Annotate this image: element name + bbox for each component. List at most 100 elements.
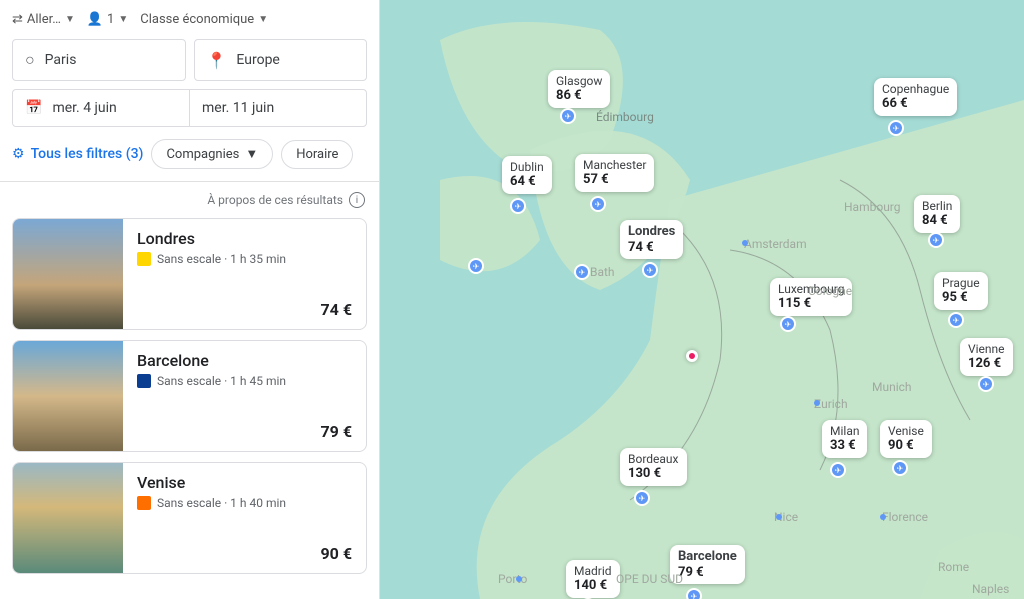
- filter-chip-compagnies[interactable]: Compagnies ▼: [151, 139, 273, 169]
- origin-marker: [686, 350, 698, 362]
- map-price-pin[interactable]: Prague95 €: [934, 272, 988, 310]
- depart-date-value: mer. 4 juin: [52, 100, 116, 116]
- airport-marker[interactable]: [468, 258, 484, 274]
- map[interactable]: Glasgow86 € Dublin64 € Manchester57 € Londr…: [380, 0, 1024, 599]
- pin-price: 130 €: [628, 466, 679, 482]
- return-date-input[interactable]: mer. 11 juin: [190, 90, 366, 126]
- city-dot: [776, 514, 782, 520]
- map-price-pin[interactable]: Copenhague66 €: [874, 78, 957, 116]
- sidebar: ⇄ Aller… ▼ 👤 1 ▼ Classe économique ▼ ○ P…: [0, 0, 380, 599]
- pin-price: 86 €: [556, 88, 602, 104]
- map-city-label: Amsterdam: [744, 237, 807, 251]
- pin-city: Vienne: [968, 342, 1005, 356]
- result-body: Venise Sans escale · 1 h 40 min 90 €: [123, 463, 366, 573]
- filter-chip-horaire[interactable]: Horaire: [281, 140, 353, 169]
- pin-price: 66 €: [882, 96, 949, 112]
- pin-price: 95 €: [942, 290, 980, 306]
- pin-city: Milan: [830, 424, 859, 438]
- destination-value: Europe: [236, 52, 279, 68]
- pin-price: 115 €: [778, 296, 844, 312]
- pin-city: Venise: [888, 424, 924, 438]
- pin-price: 126 €: [968, 356, 1005, 372]
- result-city: Barcelone: [137, 351, 352, 370]
- all-filters-label: Tous les filtres (3): [31, 146, 144, 162]
- pin-city: Berlin: [922, 199, 952, 213]
- airport-marker[interactable]: [892, 460, 908, 476]
- city-dot: [880, 514, 886, 520]
- filter-row: ⚙ Tous les filtres (3) Compagnies ▼ Hora…: [0, 127, 379, 182]
- map-price-pin[interactable]: Manchester57 €: [575, 154, 654, 192]
- result-card[interactable]: Londres Sans escale · 1 h 35 min 74 €: [12, 218, 367, 330]
- map-price-pin[interactable]: Londres74 €: [620, 220, 683, 259]
- chevron-down-icon: ▼: [258, 14, 268, 25]
- result-stops: Sans escale · 1 h 35 min: [157, 252, 286, 266]
- airport-marker[interactable]: [634, 490, 650, 506]
- result-card[interactable]: Barcelone Sans escale · 1 h 45 min 79 €: [12, 340, 367, 452]
- pin-price: 74 €: [628, 240, 675, 256]
- pin-city: Glasgow: [556, 74, 602, 88]
- depart-date-input[interactable]: 📅 mer. 4 juin: [13, 90, 190, 126]
- pin-city: Madrid: [574, 564, 612, 578]
- airport-marker[interactable]: [590, 196, 606, 212]
- map-price-pin[interactable]: Glasgow86 €: [548, 70, 610, 108]
- calendar-icon: 📅: [25, 100, 42, 116]
- map-price-pin[interactable]: Venise90 €: [880, 420, 932, 458]
- airport-marker[interactable]: [560, 108, 576, 124]
- airport-marker[interactable]: [948, 312, 964, 328]
- map-price-pin[interactable]: Berlin84 €: [914, 195, 960, 233]
- passengers-selector[interactable]: 👤 1 ▼: [87, 12, 128, 27]
- map-city-label: Munich: [872, 380, 912, 394]
- city-dot: [516, 576, 522, 582]
- about-results[interactable]: À propos de ces résultats i: [0, 182, 379, 218]
- result-city: Venise: [137, 473, 352, 492]
- map-city-label: Naples: [972, 582, 1009, 596]
- results-list: Londres Sans escale · 1 h 35 min 74 € Ba…: [0, 218, 379, 599]
- origin-input[interactable]: ○ Paris: [12, 39, 186, 81]
- origin-value: Paris: [45, 52, 77, 68]
- pin-city: Dublin: [510, 160, 544, 174]
- pin-city: Barcelone: [678, 549, 737, 565]
- result-card[interactable]: Venise Sans escale · 1 h 40 min 90 €: [12, 462, 367, 574]
- airline-icon: [137, 374, 151, 388]
- pin-price: 90 €: [888, 438, 924, 454]
- airport-marker[interactable]: [510, 198, 526, 214]
- chip-label: Horaire: [296, 147, 338, 162]
- result-sub: Sans escale · 1 h 35 min: [137, 252, 352, 266]
- return-date-value: mer. 11 juin: [202, 100, 274, 116]
- airport-marker[interactable]: [888, 120, 904, 136]
- trip-options-row: ⇄ Aller… ▼ 👤 1 ▼ Classe économique ▼: [12, 8, 367, 39]
- airport-marker[interactable]: [686, 588, 702, 599]
- airport-marker[interactable]: [830, 462, 846, 478]
- airport-marker[interactable]: [574, 264, 590, 280]
- filter-icon: ⚙: [12, 146, 25, 162]
- cabin-selector[interactable]: Classe économique ▼: [140, 12, 268, 27]
- pin-city: Prague: [942, 276, 980, 290]
- all-filters-button[interactable]: ⚙ Tous les filtres (3): [12, 146, 143, 162]
- map-price-pin[interactable]: Vienne126 €: [960, 338, 1013, 376]
- airline-icon: [137, 496, 151, 510]
- result-sub: Sans escale · 1 h 45 min: [137, 374, 352, 388]
- date-row: 📅 mer. 4 juin mer. 11 juin: [12, 89, 367, 127]
- airport-marker[interactable]: [928, 232, 944, 248]
- pin-price: 64 €: [510, 174, 544, 190]
- result-sub: Sans escale · 1 h 40 min: [137, 496, 352, 510]
- map-city-label: Bath: [590, 265, 615, 279]
- map-price-pin[interactable]: Bordeaux130 €: [620, 448, 687, 486]
- trip-type-selector[interactable]: ⇄ Aller… ▼: [12, 12, 75, 27]
- result-body: Barcelone Sans escale · 1 h 45 min 79 €: [123, 341, 366, 451]
- result-image: [13, 219, 123, 329]
- map-price-pin[interactable]: Dublin64 €: [502, 156, 552, 194]
- result-price: 74 €: [137, 300, 352, 319]
- map-city-label: Cologne: [808, 284, 852, 298]
- map-price-pin[interactable]: Milan33 €: [822, 420, 867, 458]
- cabin-label: Classe économique: [140, 12, 254, 27]
- map-price-pin[interactable]: Madrid140 €: [566, 560, 620, 598]
- airport-marker[interactable]: [978, 376, 994, 392]
- airport-marker[interactable]: [780, 316, 796, 332]
- passengers-count: 1: [107, 12, 114, 27]
- result-stops: Sans escale · 1 h 45 min: [157, 374, 286, 388]
- destination-input[interactable]: 📍 Europe: [194, 39, 368, 81]
- airport-marker[interactable]: [642, 262, 658, 278]
- about-label: À propos de ces résultats: [207, 193, 343, 207]
- swap-icon: ⇄: [12, 12, 23, 27]
